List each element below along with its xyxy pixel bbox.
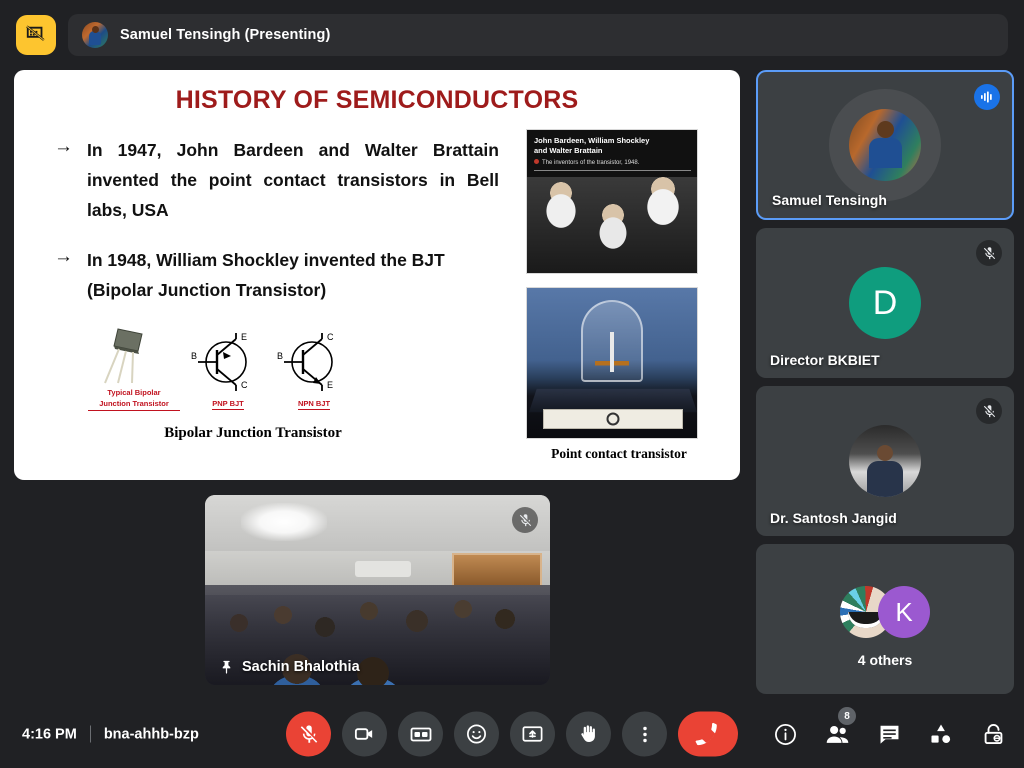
more-options-button[interactable] bbox=[622, 711, 667, 757]
leave-call-button[interactable] bbox=[678, 711, 738, 757]
self-view-tile[interactable]: Sachin Bhalothia bbox=[205, 495, 550, 685]
meeting-info: 4:16 PM bna-ahhb-bzp bbox=[22, 725, 199, 743]
avatar-initial-letter: D bbox=[872, 283, 898, 322]
meeting-time: 4:16 PM bbox=[22, 726, 77, 742]
microphone-toggle[interactable] bbox=[286, 711, 331, 757]
arrow-icon: → bbox=[54, 246, 73, 267]
reactions-button[interactable] bbox=[454, 711, 499, 757]
historical-photo-subcaption: The inventors of the transistor, 1948. bbox=[534, 158, 691, 171]
self-view-name-row: Sachin Bhalothia bbox=[219, 658, 360, 675]
typical-transistor-label: Typical Bipolar Junction Transistor bbox=[88, 387, 180, 411]
svg-text:E: E bbox=[327, 380, 333, 390]
bjt-figure-caption: Bipolar Junction Transistor bbox=[164, 425, 342, 441]
svg-text:E: E bbox=[241, 332, 247, 342]
pnp-label: PNP BJT bbox=[212, 399, 244, 410]
avatar bbox=[849, 109, 921, 181]
classroom-window bbox=[452, 553, 542, 587]
inventors-photo-content bbox=[527, 177, 697, 273]
hist-caption-line1: John Bardeen, William Shockley bbox=[534, 136, 650, 145]
npn-label: NPN BJT bbox=[297, 399, 331, 410]
svg-text:C: C bbox=[327, 332, 334, 342]
point-contact-caption: Point contact transistor bbox=[551, 446, 687, 461]
hist-caption-line2: and Walter Brattain bbox=[534, 146, 603, 155]
camera-toggle[interactable] bbox=[342, 711, 387, 757]
presenter-label: Samuel Tensingh (Presenting) bbox=[120, 27, 331, 43]
captions-toggle[interactable] bbox=[398, 711, 443, 757]
npn-bjt-symbol: C E B NPN BJT bbox=[276, 331, 352, 411]
avatar-initial-letter: K bbox=[895, 596, 913, 627]
shared-screen-slide[interactable]: HISTORY OF SEMICONDUCTORS → In 1947, Joh… bbox=[14, 70, 740, 480]
pin-icon bbox=[219, 658, 234, 675]
glass-dome-shape bbox=[581, 300, 643, 382]
avatar-ring bbox=[829, 89, 941, 201]
point-contact-photo bbox=[526, 287, 698, 439]
avatar bbox=[849, 425, 921, 497]
divider bbox=[89, 725, 91, 743]
activities-button[interactable] bbox=[926, 719, 956, 749]
presenter-avatar bbox=[82, 22, 108, 48]
present-now-button[interactable] bbox=[510, 711, 555, 757]
participant-tile-samuel-tensingh[interactable]: Samuel Tensingh bbox=[756, 70, 1014, 220]
participant-tile-others[interactable]: K 4 others bbox=[756, 544, 1014, 694]
historical-photo: John Bardeen, William Shockley and Walte… bbox=[526, 129, 698, 274]
participant-name: Director BKBIET bbox=[770, 352, 880, 368]
top-bar: Samuel Tensingh (Presenting) bbox=[0, 0, 1024, 70]
slide-bullet: → In 1948, William Shockley invented the… bbox=[54, 245, 526, 305]
pnp-bjt-symbol: E C B PNP BJT bbox=[190, 331, 266, 411]
slide-image-column: John Bardeen, William Shockley and Walte… bbox=[526, 115, 712, 462]
svg-text:B: B bbox=[191, 351, 197, 361]
typical-transistor-photo: Typical Bipolar Junction Transistor bbox=[88, 325, 180, 411]
red-dot-icon bbox=[534, 159, 539, 164]
chat-button[interactable] bbox=[874, 719, 904, 749]
slide-bullet-text: In 1948, William Shockley invented the B… bbox=[87, 250, 445, 300]
bjt-figure: Typical Bipolar Junction Transistor E C … bbox=[88, 325, 418, 442]
participant-rail: Samuel Tensingh D Director BKBIET Dr. Sa… bbox=[756, 70, 1014, 702]
slide-text-column: → In 1947, John Bardeen and Walter Bratt… bbox=[26, 115, 526, 462]
raise-hand-button[interactable] bbox=[566, 711, 611, 757]
mic-off-icon bbox=[976, 240, 1002, 266]
participant-name: Samuel Tensingh bbox=[772, 192, 887, 208]
self-view-name: Sachin Bhalothia bbox=[242, 658, 360, 675]
meeting-details-button[interactable] bbox=[770, 719, 800, 749]
others-avatar-group: K bbox=[840, 586, 930, 638]
presenter-pill[interactable]: Samuel Tensingh (Presenting) bbox=[68, 14, 1008, 56]
participant-name: Dr. Santosh Jangid bbox=[770, 510, 897, 526]
typical-label-line1: Typical Bipolar bbox=[107, 388, 161, 397]
plaque-shape bbox=[543, 409, 683, 429]
svg-text:B: B bbox=[277, 351, 283, 361]
secondary-controls: 8 bbox=[770, 707, 1008, 749]
participants-count-badge: 8 bbox=[838, 707, 856, 725]
participant-tile-dr-santosh-jangid[interactable]: Dr. Santosh Jangid bbox=[756, 386, 1014, 536]
historical-photo-caption: John Bardeen, William Shockley and Walte… bbox=[534, 136, 691, 171]
participants-button[interactable]: 8 bbox=[822, 707, 856, 749]
slide-title: HISTORY OF SEMICONDUCTORS bbox=[175, 86, 579, 114]
svg-text:C: C bbox=[241, 380, 248, 390]
participant-tile-director-bkbiet[interactable]: D Director BKBIET bbox=[756, 228, 1014, 378]
avatar-initial: K bbox=[878, 586, 930, 638]
host-controls-button[interactable] bbox=[978, 719, 1008, 749]
arrow-icon: → bbox=[54, 136, 73, 157]
avatar-initial: D bbox=[849, 267, 921, 339]
classroom-ac-unit bbox=[355, 561, 411, 577]
stop-presenting-icon[interactable] bbox=[16, 15, 56, 55]
others-count-label: 4 others bbox=[857, 652, 913, 668]
call-controls bbox=[286, 711, 738, 757]
audio-active-icon bbox=[974, 84, 1000, 110]
slide-body: → In 1947, John Bardeen and Walter Bratt… bbox=[14, 115, 740, 462]
mic-off-icon bbox=[512, 507, 538, 533]
slide-bullet: → In 1947, John Bardeen and Walter Bratt… bbox=[54, 135, 526, 225]
bottom-bar: 4:16 PM bna-ahhb-bzp 8 bbox=[0, 700, 1024, 768]
classroom-light-glare bbox=[241, 503, 327, 541]
slide-bullet-text: In 1947, John Bardeen and Walter Brattai… bbox=[87, 140, 499, 220]
typical-label-line2: Junction Transistor bbox=[99, 399, 169, 408]
mic-off-icon bbox=[976, 398, 1002, 424]
transistor-replica-shape bbox=[595, 332, 629, 372]
meeting-code: bna-ahhb-bzp bbox=[103, 726, 199, 742]
